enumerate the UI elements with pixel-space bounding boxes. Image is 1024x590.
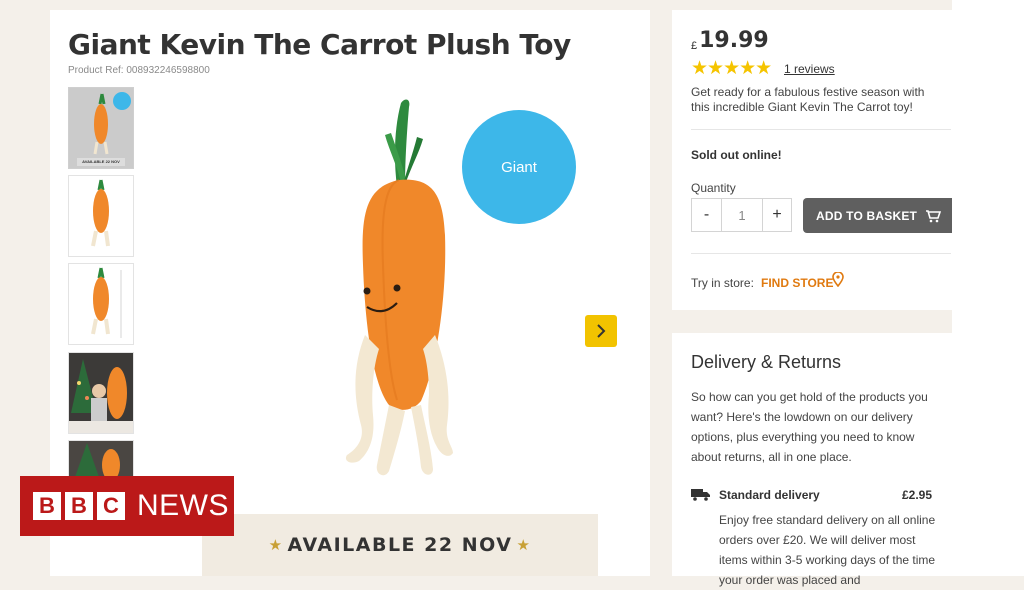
quantity-label: Quantity (691, 181, 736, 195)
add-to-basket-button[interactable]: ADD TO BASKET (803, 198, 952, 233)
bbc-letter-c: C (97, 492, 125, 520)
page-margin (952, 0, 1024, 576)
bbc-news-logo: B B C NEWS (20, 476, 234, 536)
availability-banner: ★ AVAILABLE 22 NOV ★ (202, 514, 598, 576)
price-amount: 19.99 (699, 28, 769, 53)
basket-icon (926, 209, 942, 222)
giant-badge: Giant (462, 110, 576, 224)
star-icon: ★ (516, 536, 532, 554)
product-ref: Product Ref: 008932246598800 (68, 65, 210, 76)
add-to-basket-label: ADD TO BASKET (816, 208, 918, 223)
chevron-right-icon (597, 324, 606, 338)
standard-delivery-label: Standard delivery (719, 488, 820, 502)
location-pin-icon (832, 272, 844, 287)
reviews-link[interactable]: 1 reviews (784, 62, 835, 76)
product-description: Get ready for a fabulous festive season … (691, 85, 925, 114)
thumbnail-3[interactable] (68, 263, 134, 345)
standard-delivery-price: £2.95 (902, 488, 933, 502)
next-image-button[interactable] (585, 315, 617, 347)
christmas-scene-thumbnail (69, 441, 133, 477)
bbc-letter-b: B (65, 492, 93, 520)
price-currency: £ (691, 40, 698, 52)
christmas-scene-thumbnail (69, 353, 133, 433)
quantity-increase-button[interactable]: + (762, 198, 792, 232)
page-title: Giant Kevin The Carrot Plush Toy (68, 28, 571, 61)
price: £19.99 (691, 28, 769, 53)
carrot-plush-image (345, 99, 453, 476)
divider (691, 129, 951, 130)
news-wordmark: NEWS (137, 489, 229, 522)
truck-icon (691, 489, 710, 501)
star-icon: ★ (268, 536, 284, 554)
delivery-intro: So how can you get hold of the products … (691, 390, 928, 464)
carrot-thumbnail-image (91, 179, 110, 247)
carrot-thumbnail-image (69, 88, 133, 168)
availability-text: AVAILABLE 22 NOV (287, 534, 513, 556)
standard-delivery-text: Enjoy free standard delivery on all onli… (719, 513, 936, 587)
quantity-decrease-button[interactable]: - (691, 198, 722, 232)
thumbnail-4[interactable] (68, 352, 134, 434)
delivery-title: Delivery & Returns (691, 352, 842, 372)
divider (691, 253, 951, 254)
quantity-input[interactable]: 1 (722, 198, 762, 232)
thumbnail-1[interactable]: AVAILABLE 22 NOV (68, 87, 134, 169)
stock-status: Sold out online! (691, 148, 782, 162)
thumbnail-5[interactable] (68, 440, 134, 478)
try-in-store-label: Try in store: (691, 276, 754, 290)
thumb-caption: AVAILABLE 22 NOV (82, 159, 120, 164)
carrot-thumbnail-image (91, 267, 122, 338)
rating-stars: ★★★★★ (691, 58, 772, 79)
bbc-letter-b: B (33, 492, 61, 520)
find-store-link[interactable]: FIND STORE (761, 276, 833, 290)
thumbnail-2[interactable] (68, 175, 134, 257)
